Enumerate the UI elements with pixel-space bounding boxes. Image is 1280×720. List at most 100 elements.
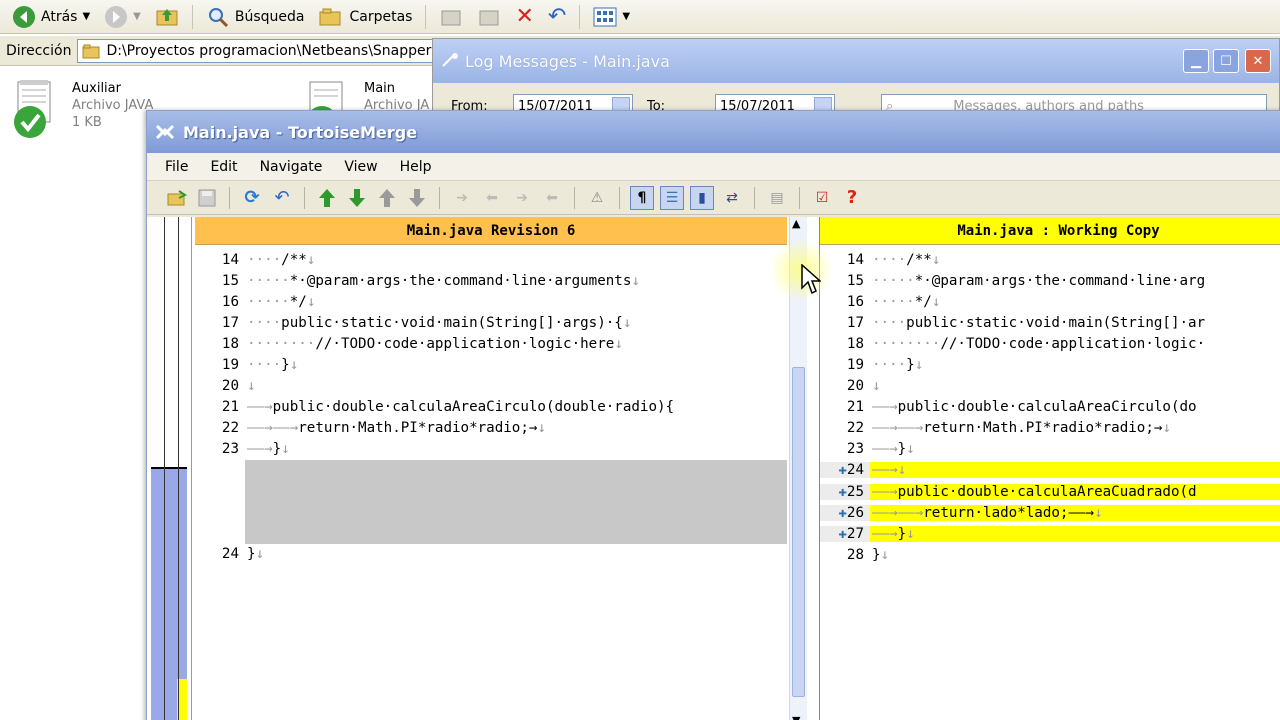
use-theirs-first-button[interactable]: ➔ [510,186,534,210]
code-line[interactable]: 20 ↓ [195,376,787,397]
next-difference-button[interactable] [315,186,339,210]
inline-diff-button[interactable]: ☰ [660,185,684,210]
use-mine-first-button[interactable]: ⬅ [540,186,564,210]
menu-file[interactable]: File [165,159,188,175]
tortoisemerge-window: Main.java - TortoiseMerge File Edit Navi… [146,110,1280,720]
resolve-icon: ⚠ [590,189,604,206]
one-pane-view-button[interactable]: ▮ [690,185,714,210]
whitespace-marker: ——→ [872,462,898,479]
code-line[interactable]: 17 ····public·static·void·main(String[]·a… [195,312,787,333]
folders-button[interactable]: Carpetas [314,3,416,31]
move-to-button[interactable] [435,3,467,31]
code-text: *·@param·args·the·command·line·arguments [289,272,632,289]
whitespace-marker: ····· [872,272,915,289]
folder-icon [82,43,100,59]
code-line[interactable]: 15 ·····*·@param·args·the·command·line·ar… [195,270,787,291]
menu-edit[interactable]: Edit [210,159,237,175]
show-whitespace-button[interactable]: ¶ [630,185,654,210]
line-number-added: ✚26 [820,504,870,521]
use-theirs-button[interactable]: ➔ [450,186,474,210]
code-line[interactable]: 24}↓ [195,544,787,565]
up-folder-button[interactable] [151,3,183,31]
chevron-down-icon[interactable]: ▼ [622,11,630,22]
code-line[interactable]: 14 ····/**↓ [820,249,1280,270]
file-item-auxiliar[interactable]: Auxiliar Archivo JAVA 1 KB [8,80,153,140]
added-code-line[interactable]: ✚26 ——→——→return·lado*lado;——→↓ [820,502,1280,523]
switch-views-button[interactable]: ⇄ [720,186,744,210]
code-text: public·double·calculaAreaCirculo(double·… [272,399,675,416]
chevron-down-icon[interactable]: ▼ [82,11,90,22]
undo-button[interactable]: ↶ [544,3,570,31]
code-line[interactable]: 20 ↓ [820,376,1280,397]
code-line[interactable]: 19 ····}↓ [195,354,787,375]
delete-button[interactable]: ✕ [511,3,537,31]
code-line[interactable]: 17 ····public·static·void·main(String[]·a… [820,312,1280,333]
open-button[interactable] [165,186,189,210]
file-name: Auxiliar [72,81,121,96]
use-mine-button[interactable]: ⬅ [480,186,504,210]
back-button[interactable]: Atrás ▼ [8,3,94,31]
code-text: //·TODO·code·application·logic· [940,335,1206,352]
menu-navigate[interactable]: Navigate [260,159,323,175]
chevron-down-icon[interactable]: ▼ [133,11,141,22]
merge-window-titlebar[interactable]: Main.java - TortoiseMerge [147,111,1280,153]
added-code-line[interactable]: ✚24 ——→↓ [820,460,1280,481]
menu-view[interactable]: View [344,159,377,175]
right-pane[interactable]: Main.java : Working Copy 14 ····/**↓ 15 ··… [819,217,1280,720]
code-line[interactable]: 21 ——→public·double·calculaAreaCirculo(do… [195,397,787,418]
code-line[interactable]: 19 ····}↓ [820,354,1280,375]
views-button[interactable]: ▼ [589,3,634,31]
eol-marker: ↓ [281,441,290,458]
code-line[interactable]: 16 ·····*/↓ [195,291,787,312]
help-button[interactable]: ? [840,186,864,210]
line-number-added: ✚27 [820,525,870,542]
eol-marker: ↓ [872,378,881,395]
scroll-down-icon[interactable]: ▼ [792,714,800,720]
save-button[interactable] [195,186,219,210]
removed-block [245,459,787,544]
search-button[interactable]: Búsqueda [202,3,309,31]
locator-bar[interactable] [147,217,192,720]
tortoisemerge-app-icon [155,122,175,142]
prev-conflict-button[interactable] [405,186,429,210]
line-number: 18 [195,335,245,352]
create-patch-button[interactable]: ▤ [765,186,789,210]
prev-difference-button[interactable] [345,186,369,210]
code-line[interactable]: 14 ····/**↓ [195,249,787,270]
code-line[interactable]: 15 ·····*·@param·args·the·command·line·ar… [820,270,1280,291]
close-button[interactable]: ✕ [1245,49,1271,73]
undo-button[interactable]: ↶ [270,186,294,210]
code-line[interactable]: 18 ········//·TODO·code·application·logic… [195,333,787,354]
added-code-line[interactable]: ✚27 ——→}↓ [820,523,1280,544]
code-line[interactable]: 23 ——→}↓ [820,439,1280,460]
whitespace-marker: ——→ [872,399,898,416]
code-line[interactable]: 21 ——→public·double·calculaAreaCirculo(do [820,397,1280,418]
toolbar-separator [425,4,427,29]
code-text: } [272,441,282,458]
menu-help[interactable]: Help [400,159,432,175]
scrollbar-thumb[interactable] [792,367,805,697]
code-line[interactable]: 22 ——→——→return·Math.PI*radio*radio;→↓ [195,418,787,439]
code-text: */ [914,293,932,310]
line-number: 21 [195,399,245,416]
copy-to-button[interactable] [473,3,505,31]
maximize-button[interactable]: ☐ [1213,49,1239,73]
code-line[interactable]: 23 ——→}↓ [195,439,787,460]
log-window-titlebar[interactable]: Log Messages - Main.java [433,39,1279,83]
left-pane[interactable]: Main.java Revision 6 14 ····/**↓ 15 ·····*… [195,217,787,720]
forward-button[interactable]: ▼ [100,3,145,31]
code-line[interactable]: 18 ········//·TODO·code·application·logic… [820,333,1280,354]
next-conflict-button[interactable] [375,186,399,210]
reload-button[interactable]: ⟳ [240,186,264,210]
whitespace-marker: ········ [247,335,316,352]
code-text: } [897,441,907,458]
added-code-line[interactable]: ✚25 ——→public·double·calculaAreaCuadrado(… [820,481,1280,502]
help-icon: ? [846,187,858,208]
code-line[interactable]: 22 ——→——→return·Math.PI*radio*radio;→↓ [820,418,1280,439]
minimize-button[interactable]: ▁ [1183,49,1209,73]
scroll-up-icon[interactable]: ▲ [792,217,800,230]
mark-resolved-button[interactable]: ⚠ [585,186,609,210]
code-line[interactable]: 28}↓ [820,544,1280,565]
settings-button[interactable]: ☑ [810,186,834,210]
code-line[interactable]: 16 ·····*/↓ [820,291,1280,312]
